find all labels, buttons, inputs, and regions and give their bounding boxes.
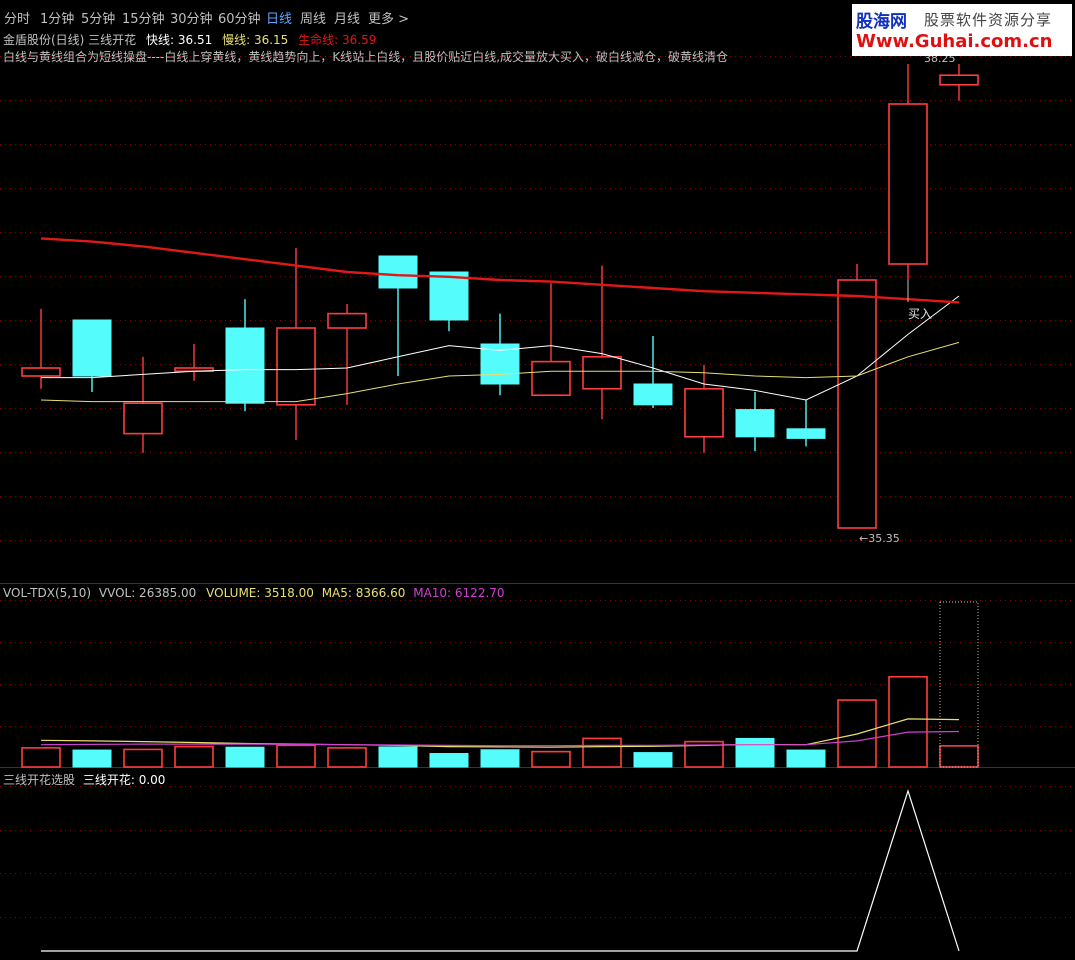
volume-ma10-line [40,730,960,747]
slow-line-label: 慢线: [222,33,251,47]
signal-indicator-name: 三线开花选股 [3,773,76,787]
high-price-label: 38.25 [924,56,956,65]
life-line [40,237,960,304]
volume-bar-up [582,737,622,768]
fast-line-value: 36.51 [177,33,213,47]
volume-bar-down [480,749,520,768]
candle-body-up [888,103,928,265]
candle-body-down [429,271,469,321]
volume-panel-header: VOL-TDX(5,10) VVOL: 26385.00 VOLUME: 351… [3,586,505,600]
tab-30min[interactable]: 30分钟 [170,8,213,27]
candle-body-down [633,383,673,406]
candle-body-down [735,409,775,438]
volume-bar-up [174,745,214,768]
candle-body-down [72,319,112,377]
slow-line-value: 36.15 [253,33,289,47]
guhai-logo: 股海网 股票软件资源分享 Www.Guhai.com.cn [852,4,1072,56]
tab-more[interactable]: 更多 > [368,8,409,27]
volume-bar-up [939,745,979,768]
volume-bar-down [72,749,112,768]
logo-tagline: 股票软件资源分享 [924,11,1053,29]
volume-bar-down [225,746,265,768]
signal-chart[interactable] [0,786,1075,960]
tab-5min[interactable]: 5分钟 [81,8,115,27]
candle-body-down [225,327,265,404]
volume-bar-up [276,744,316,768]
volume-bar-down [735,737,775,768]
signal-line [41,789,960,952]
candle-body-up [21,367,61,377]
volume-bar-up [531,750,571,768]
fast-line-label: 快线: [146,33,175,47]
candle-body-up [684,387,724,438]
tab-weekly[interactable]: 周线 [300,8,326,27]
price-chart[interactable]: 买入 ←35.35 38.25 [0,56,1075,584]
volume-value: VOLUME: 3518.00 [206,586,314,600]
volume-indicator-name: VOL-TDX(5,10) [3,586,92,600]
low-price-label: ←35.35 [859,532,900,545]
volume-bar-down [429,753,469,768]
candle-body-down [786,428,826,439]
volume-bar-down [633,752,673,768]
volume-bar-up [123,748,163,768]
candle-body-up [837,279,877,529]
candle-body-up [327,312,367,329]
volume-chart[interactable] [0,600,1075,768]
candle-body-up [531,360,571,397]
ma10-value: MA10: 6122.70 [413,586,505,600]
tab-daily[interactable]: 日线 [266,8,292,27]
tab-1min[interactable]: 1分钟 [40,8,74,27]
volume-ma5-line [40,718,960,748]
candle-body-up [582,355,622,390]
vvol-value: VVOL: 26385.00 [98,586,197,600]
signal-value: 三线开花: 0.00 [82,773,166,787]
price-panel-title: 金盾股份(日线) 三线开花 [3,33,137,47]
candle-body-up [939,74,979,86]
tab-monthly[interactable]: 月线 [334,8,360,27]
logo-url: Www.Guhai.com.cn [856,31,1053,52]
tab-60min[interactable]: 60分钟 [218,8,261,27]
volume-bar-up [327,747,367,768]
ma5-value: MA5: 8366.60 [321,586,406,600]
buy-signal-label: 买入 [908,307,932,321]
tab-15min[interactable]: 15分钟 [122,8,165,27]
volume-bar-down [786,749,826,768]
tab-timeshare[interactable]: 分时 [4,8,30,27]
volume-bar-up [888,675,928,768]
candle-body-down [378,255,418,289]
candle-body-up [123,402,163,435]
price-panel-header: 金盾股份(日线) 三线开花 快线: 36.51 慢线: 36.15 生命线: 3… [3,31,376,48]
logo-name: 股海网 [856,12,907,32]
volume-bar-down [378,746,418,768]
life-line-value: 36.59 [342,33,377,47]
volume-bar-up [21,747,61,768]
candle-body-up [276,327,316,406]
life-line-label: 生命线: [298,33,339,47]
